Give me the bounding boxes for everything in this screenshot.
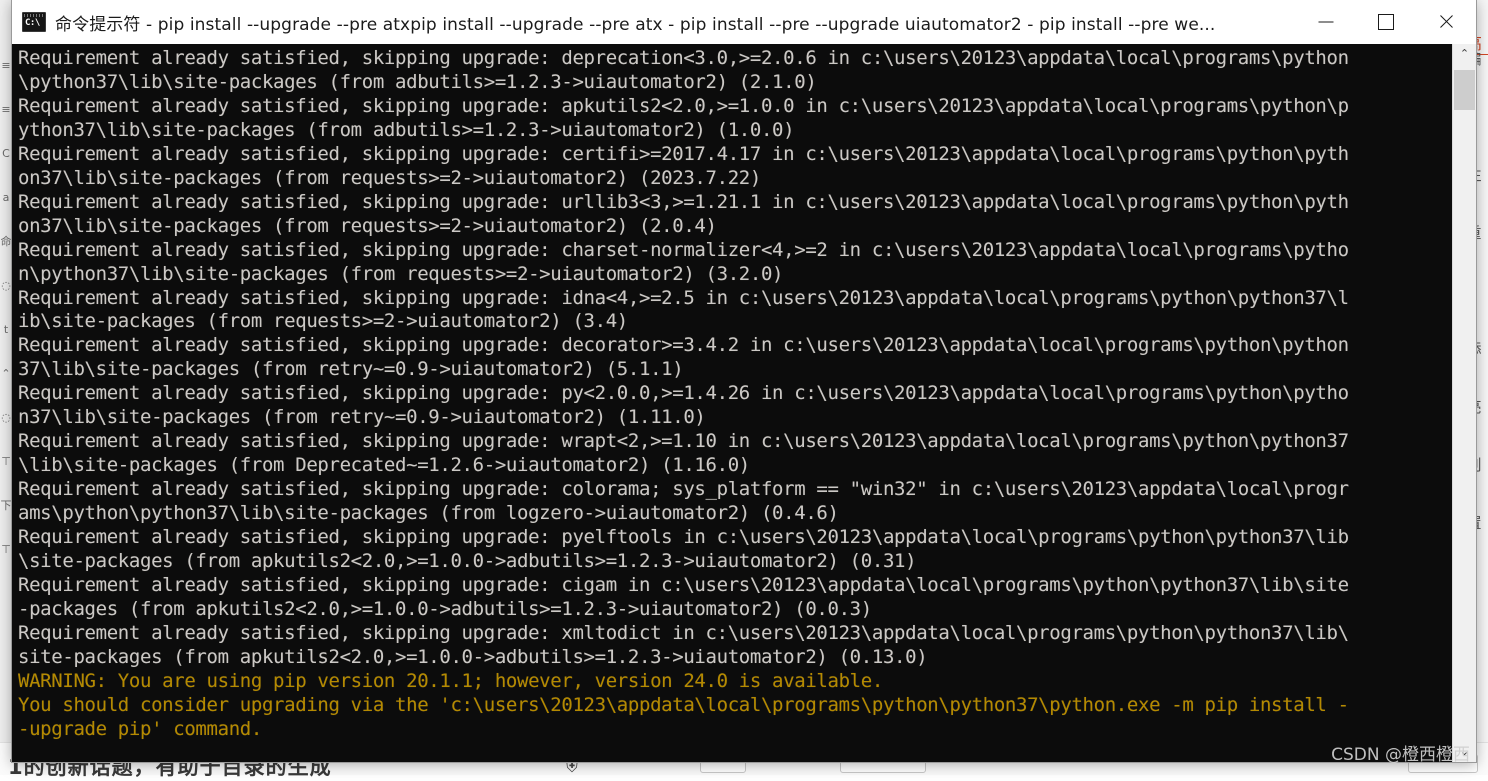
- console-line: ib\site-packages (from requests>=2->uiau…: [18, 310, 628, 332]
- console-line: Requirement already satisfied, skipping …: [18, 239, 1349, 261]
- console-line: Requirement already satisfied, skipping …: [18, 143, 1349, 165]
- console-line: Requirement already satisfied, skipping …: [18, 622, 1349, 644]
- console-line: Requirement already satisfied, skipping …: [18, 47, 1349, 69]
- scrollbar-thumb[interactable]: [1454, 70, 1475, 110]
- console-line: You should consider upgrading via the 'c…: [18, 694, 1349, 716]
- console-line: Requirement already satisfied, skipping …: [18, 287, 1349, 309]
- command-prompt-window: C:\ 命令提示符 - pip install --upgrade --pre …: [12, 0, 1476, 762]
- maximize-icon: [1378, 14, 1394, 30]
- console-line: n37\lib\site-packages (from retry~=0.9->…: [18, 406, 706, 428]
- console-line: -upgrade pip' command.: [18, 718, 262, 740]
- console-line: 37\lib\site-packages (from retry~=0.9->u…: [18, 358, 683, 380]
- console-line: Requirement already satisfied, skipping …: [18, 334, 1349, 356]
- console-line: Requirement already satisfied, skipping …: [18, 191, 1349, 213]
- console-line: ython37\lib\site-packages (from adbutils…: [18, 119, 794, 141]
- close-button[interactable]: [1416, 0, 1476, 44]
- cmd-prompt-icon: C:\: [22, 12, 46, 32]
- title-bar[interactable]: C:\ 命令提示符 - pip install --upgrade --pre …: [12, 0, 1476, 45]
- console-line: on37\lib\site-packages (from requests>=2…: [18, 167, 761, 189]
- console-line: \python37\lib\site-packages (from adbuti…: [18, 71, 816, 93]
- console-line: site-packages (from apkutils2<2.0,>=1.0.…: [18, 646, 927, 668]
- console-line: WARNING: You are using pip version 20.1.…: [18, 670, 883, 692]
- console-line: Requirement already satisfied, skipping …: [18, 95, 1349, 117]
- console-line: -packages (from apkutils2<2.0,>=1.0.0->a…: [18, 598, 872, 620]
- console-line: on37\lib\site-packages (from requests>=2…: [18, 215, 717, 237]
- console-line: Requirement already satisfied, skipping …: [18, 430, 1349, 452]
- console-line: \lib\site-packages (from Deprecated~=1.2…: [18, 454, 750, 476]
- scroll-down-arrow-icon[interactable]: ⌄: [1453, 742, 1476, 762]
- window-title: 命令提示符 - pip install --upgrade --pre atxp…: [55, 10, 1296, 35]
- maximize-button[interactable]: [1356, 0, 1416, 44]
- console-line: \site-packages (from apkutils2<2.0,>=1.0…: [18, 550, 916, 572]
- close-icon: [1438, 14, 1454, 30]
- console-scrollbar[interactable]: ⌃ ⌄: [1452, 44, 1476, 762]
- minimize-icon: [1319, 22, 1334, 23]
- console-line: Requirement already satisfied, skipping …: [18, 526, 1349, 548]
- minimize-button[interactable]: [1296, 0, 1356, 44]
- console-line: Requirement already satisfied, skipping …: [18, 382, 1349, 404]
- scroll-up-arrow-icon[interactable]: ⌃: [1453, 44, 1476, 64]
- console-line: Requirement already satisfied, skipping …: [18, 574, 1349, 596]
- console-line: ams\python\python37\lib\site-packages (f…: [18, 502, 839, 524]
- console-line: n\python37\lib\site-packages (from reque…: [18, 263, 783, 285]
- background-left-glyph-strip: ≡ ≡ C a 命 ◌ t ⌃ ◌ ⊤ 下 ⊤: [0, 44, 12, 744]
- console-text: Requirement already satisfied, skipping …: [18, 47, 1458, 742]
- console-output-area[interactable]: Requirement already satisfied, skipping …: [12, 44, 1476, 762]
- console-line: Requirement already satisfied, skipping …: [18, 478, 1349, 500]
- cmd-prompt-icon-text: C:\: [25, 18, 40, 28]
